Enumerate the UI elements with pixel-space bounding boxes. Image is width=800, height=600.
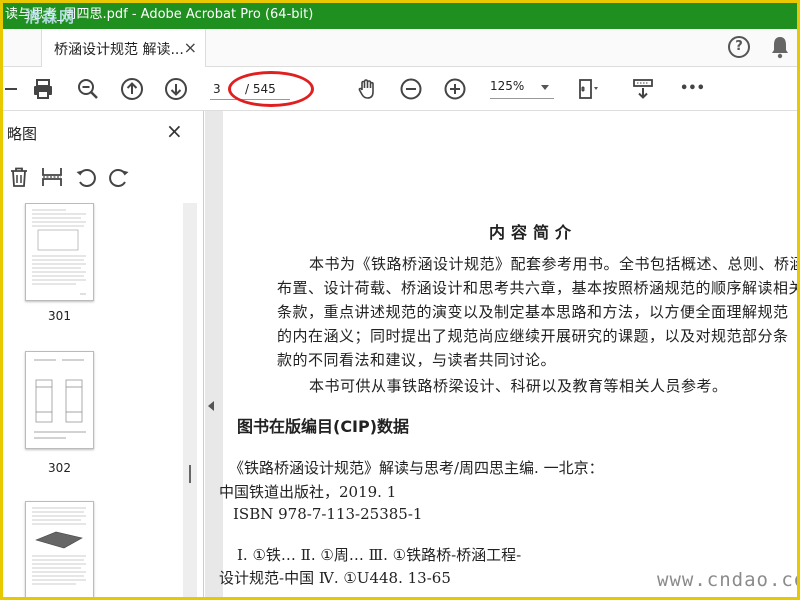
- zoom-out-search-icon[interactable]: [76, 77, 100, 101]
- body-line: 本书可供从事铁路桥梁设计、科研以及教育等相关人员参考。: [309, 377, 728, 395]
- title-bar: 读与思考_周四思.pdf - Adobe Acrobat Pro (64-bit…: [3, 3, 797, 29]
- cip-line: 中国铁道出版社，2019. 1: [219, 483, 397, 501]
- pane-title: 略图: [7, 125, 38, 143]
- scrollbar-thumb[interactable]: [189, 465, 191, 483]
- page-thumbnail[interactable]: [25, 501, 94, 597]
- collapse-pane-icon[interactable]: [208, 401, 214, 411]
- more-tools-icon[interactable]: •••: [680, 77, 705, 101]
- tab-close-icon[interactable]: ×: [184, 38, 197, 57]
- highlight-annotation: [228, 71, 314, 107]
- tab-bar: 桥涵设计规范 解读... × ?: [3, 29, 797, 67]
- page-thumbnail[interactable]: [25, 351, 94, 449]
- app-window: 读与思考_周四思.pdf - Adobe Acrobat Pro (64-bit…: [0, 0, 800, 600]
- extract-page-icon[interactable]: [40, 165, 64, 189]
- scroll-mode-icon[interactable]: [631, 77, 655, 101]
- delete-page-icon[interactable]: [7, 165, 31, 189]
- tab-label: 桥涵设计规范 解读...: [54, 42, 184, 58]
- cip-line: Ⅰ. ①铁… Ⅱ. ①周… Ⅲ. ①铁路桥-桥涵工程-: [237, 546, 522, 564]
- cip-line: ISBN 978-7-113-25385-1: [233, 505, 423, 523]
- cip-line: 《铁路桥涵设计规范》解读与思考/周四思主编. 一北京：: [229, 459, 604, 477]
- thumbnail-list: 301 302: [3, 203, 203, 597]
- zoom-in-icon[interactable]: [443, 77, 467, 101]
- page-thumbnail[interactable]: [25, 203, 94, 301]
- pane-close-icon[interactable]: ×: [166, 119, 183, 143]
- cip-line: 设计规范-中国 Ⅳ. ①U448. 13-65: [219, 569, 451, 587]
- thumbnail-label: 302: [48, 461, 71, 475]
- next-page-icon[interactable]: [164, 77, 188, 101]
- body-line: 的内在涵义；同时提出了规范尚应继续开展研究的课题，以及对规范部分条: [277, 327, 789, 345]
- print-icon[interactable]: [31, 77, 55, 101]
- watermark-logo: 消森网: [25, 8, 77, 26]
- document-tab[interactable]: 桥涵设计规范 解读... ×: [41, 29, 206, 67]
- back-icon[interactable]: [3, 77, 21, 101]
- chevron-down-icon[interactable]: [541, 85, 549, 90]
- document-page: 内容简介 本书为《铁路桥涵设计规范》配套参考用书。全书包括概述、总则、桥涵 布置…: [219, 111, 800, 597]
- thumbnail-scrollbar[interactable]: [183, 203, 197, 597]
- help-icon[interactable]: ?: [728, 36, 750, 58]
- toolbar: 3 / 545 125% •••: [3, 67, 797, 162]
- body-line: 布置、设计荷载、桥涵设计和思考共六章，基本按照桥涵规范的顺序解读相关: [277, 279, 800, 297]
- body-line: 本书为《铁路桥涵设计规范》配套参考用书。全书包括概述、总则、桥涵: [309, 255, 800, 273]
- page-fit-icon[interactable]: [577, 77, 601, 101]
- document-viewer[interactable]: 内容简介 本书为《铁路桥涵设计规范》配套参考用书。全书包括概述、总则、桥涵 布置…: [205, 111, 800, 597]
- thumbnail-label: 301: [48, 309, 71, 323]
- body-line: 款的不同看法和建议，与读者共同讨论。: [277, 351, 557, 369]
- cip-heading: 图书在版编目(CIP)数据: [237, 417, 410, 436]
- page-thumbnails-pane: 略图 × 301 302: [3, 111, 204, 597]
- pane-toolbar: [3, 161, 203, 193]
- zoom-out-icon[interactable]: [399, 77, 423, 101]
- bell-icon[interactable]: [769, 35, 791, 59]
- rotate-clockwise-icon[interactable]: [107, 165, 131, 189]
- previous-page-icon[interactable]: [120, 77, 144, 101]
- page-heading: 内容简介: [488, 223, 577, 242]
- watermark-text: www.cndao.com: [657, 569, 797, 591]
- rotate-counterclockwise-icon[interactable]: [74, 165, 98, 189]
- body-line: 条款，重点讲述规范的演变以及制定基本思路和方法，以方便全面理解规范: [277, 303, 789, 321]
- hand-tool-icon[interactable]: [355, 77, 379, 101]
